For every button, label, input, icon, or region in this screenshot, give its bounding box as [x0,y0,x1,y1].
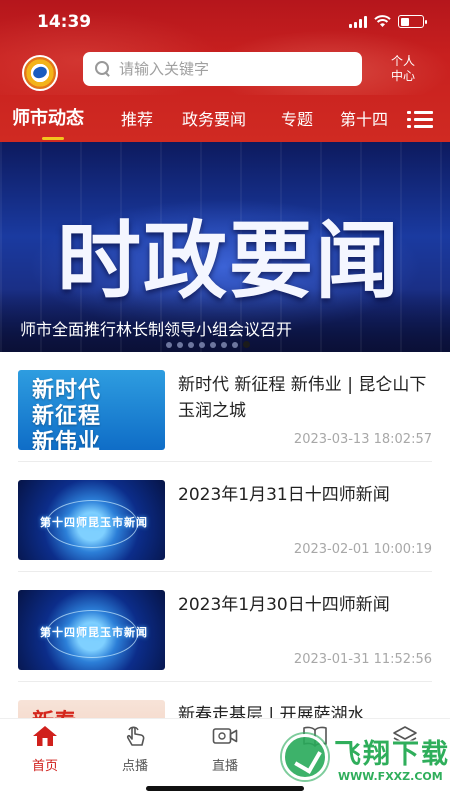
carousel-dot[interactable] [199,341,205,348]
tab-zhuanti[interactable]: 专题 [281,106,313,130]
watermark-title: 飞翔下载 [334,739,450,770]
tab-shishi-dongtai[interactable]: 师市动态 [12,104,84,130]
news-title: 新时代 新征程 新伟业 | 昆仑山下 玉润之城 [178,375,427,421]
nav-live[interactable]: 直播 [195,725,255,774]
carousel-dot[interactable] [166,341,172,348]
user-center-label-2: 中心 [390,69,415,83]
user-center-label-1: 个人 [390,54,415,68]
carousel-dot[interactable] [177,341,183,348]
news-list-item[interactable]: 新时代 新征程 新伟业 新时代 新征程 新伟业 | 昆仑山下 玉润之城 2023… [18,352,432,462]
banner-carousel[interactable]: 时政要闻 师市全面推行林长制领导小组会议召开 [0,142,450,352]
news-thumbnail: 第十四师昆玉市新闻 [18,590,165,670]
watermark-icon [282,734,328,780]
thumbnail-text: 新春 [32,704,76,718]
news-thumbnail: 新时代 新征程 新伟业 [18,370,165,450]
battery-icon [398,15,427,28]
app-header: 14:39 个人 中心 师市动态 推荐 政务要闻 专题 第十四 [0,0,450,142]
search-input[interactable] [119,60,339,78]
carousel-dot[interactable] [221,341,227,348]
news-title: 2023年1月30日十四师新闻 [178,595,390,615]
video-camera-icon [212,728,238,744]
nav-label: 直播 [211,759,238,774]
status-icons [349,15,427,28]
news-list-item[interactable]: 第十四师昆玉市新闻 2023年1月31日十四师新闻 2023-02-01 10:… [18,462,432,572]
news-thumbnail: 新春 [18,700,165,718]
wifi-icon [374,15,391,27]
news-list: 新时代 新征程 新伟业 新时代 新征程 新伟业 | 昆仑山下 玉润之城 2023… [0,352,450,718]
news-list-item[interactable]: 第十四师昆玉市新闻 2023年1月30日十四师新闻 2023-01-31 11:… [18,572,432,682]
news-date: 2023-03-13 18:02:57 [293,432,432,447]
thumbnail-text: 新伟业 [32,430,102,450]
watermark-url: WWW.FXXZ.COM [338,770,443,783]
status-time: 14:39 [37,12,92,32]
app-logo[interactable] [22,55,58,91]
tab-zhengwu-yaowen[interactable]: 政务要闻 [182,106,246,130]
carousel-dots [166,341,250,348]
nav-label: 点播 [121,759,148,774]
banner-caption: 师市全面推行林长制领导小组会议召开 [20,320,293,339]
category-tabs: 师市动态 推荐 政务要闻 专题 第十四 [0,102,450,142]
cellular-signal-icon [349,15,367,28]
search-icon [95,61,111,77]
tab-menu-icon[interactable] [407,111,433,129]
banner-headline: 时政要闻 [56,212,401,310]
news-title: 2023年1月31日十四师新闻 [178,485,390,505]
carousel-dot[interactable] [232,341,238,348]
user-center-button[interactable]: 个人 中心 [383,54,423,84]
nav-vod[interactable]: 点播 [105,725,165,774]
status-bar: 14:39 [0,0,450,44]
news-title: 新春走基层 | 开展萨湖水 [178,705,365,718]
carousel-dot[interactable] [188,341,194,348]
tab-tuijian[interactable]: 推荐 [121,106,153,130]
nav-label: 首页 [31,759,58,774]
carousel-dot[interactable] [210,341,216,348]
news-thumbnail: 第十四师昆玉市新闻 [18,480,165,560]
nav-home[interactable]: 首页 [15,725,75,774]
active-tab-indicator [42,137,64,140]
home-indicator [146,786,304,791]
carousel-dot-active[interactable] [243,341,250,348]
tap-hand-icon [126,726,145,746]
tab-di-shisi[interactable]: 第十四 [340,106,394,130]
search-bar[interactable] [83,52,362,86]
home-icon [33,726,57,746]
news-date: 2023-02-01 10:00:19 [293,542,432,557]
thumbnail-text: 第十四师昆玉市新闻 [40,626,148,639]
news-list-item[interactable]: 新春 新春走基层 | 开展萨湖水 [18,682,432,718]
thumbnail-text: 第十四师昆玉市新闻 [40,516,148,529]
news-date: 2023-01-31 11:52:56 [293,652,432,667]
watermark-logo: 飞翔下载 WWW.FXXZ.COM [282,728,448,788]
